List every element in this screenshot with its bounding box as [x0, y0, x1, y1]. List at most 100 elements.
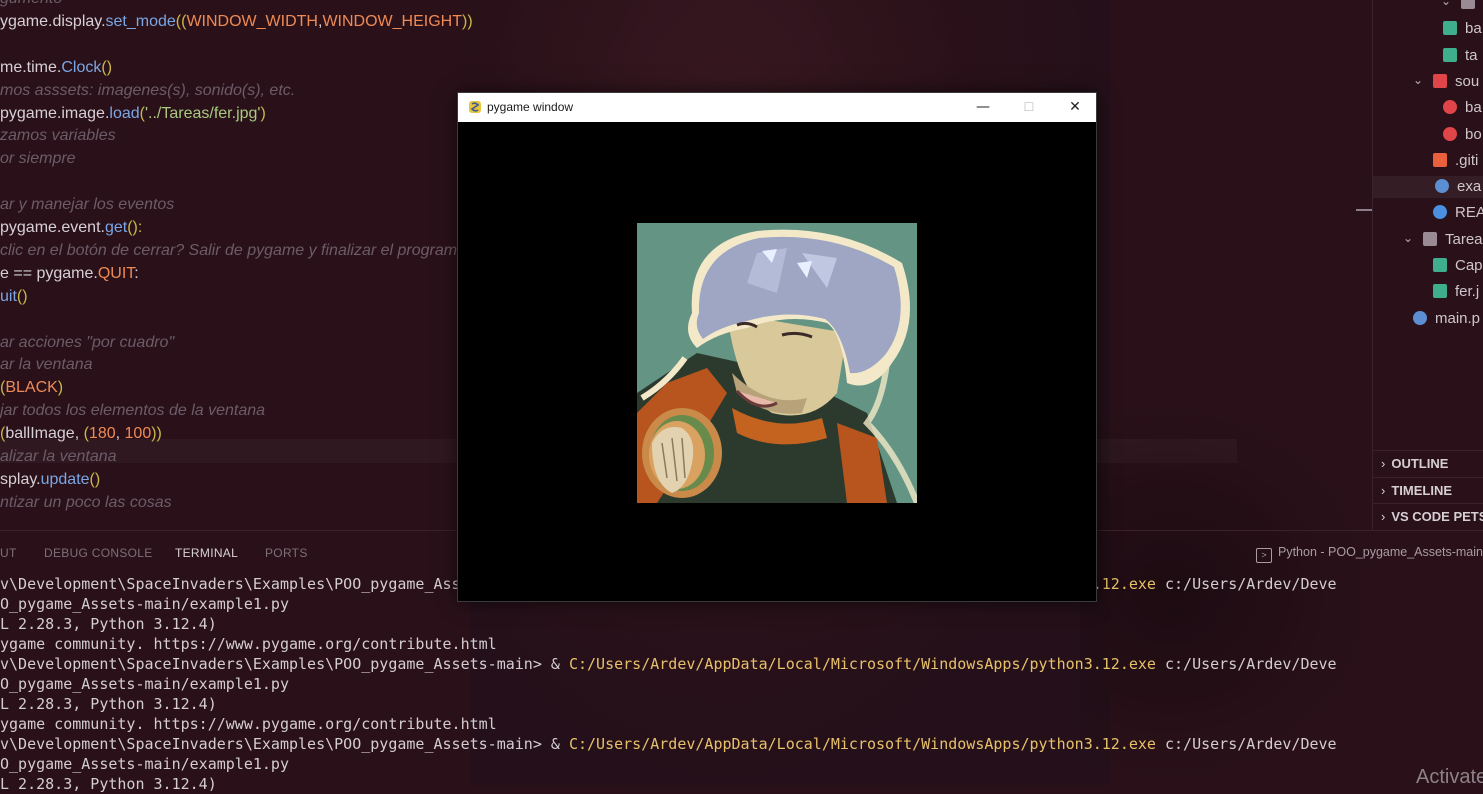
code-token: e == pygame.	[0, 264, 98, 282]
chevron-down-icon[interactable]: ⌄	[1441, 0, 1451, 8]
tree-item-label: exa	[1457, 178, 1482, 196]
code-token: pygame.event.	[0, 219, 105, 236]
tree-item[interactable]: main.p	[1413, 308, 1480, 330]
chevron-down-icon[interactable]: ⌄	[1413, 73, 1423, 87]
code-line: (BLACK)	[0, 377, 63, 399]
code-line: splay.update()	[0, 469, 100, 491]
tree-item[interactable]: sou	[1433, 71, 1479, 93]
terminal-line: v\Development\SpaceInvaders\Examples\POO…	[0, 654, 1337, 674]
terminal-text: O_pygame_Assets-main/example1.py	[0, 675, 289, 693]
pygame-canvas[interactable]	[458, 122, 1096, 601]
section-title: OUTLINE	[1391, 456, 1449, 471]
tree-item[interactable]: Cap	[1433, 255, 1483, 277]
terminal-text: L 2.28.3, Python 3.12.4)	[0, 615, 217, 633]
code-token: ():	[127, 219, 143, 236]
code-line: e == pygame.QUIT:	[0, 263, 139, 285]
code-token: ((	[175, 12, 187, 30]
tree-item[interactable]: REA	[1433, 202, 1483, 224]
code-token: load	[109, 104, 140, 122]
tree-item[interactable]: fer.j	[1433, 281, 1479, 303]
minimize-button[interactable]: —	[960, 93, 1006, 122]
tree-item-label: bo	[1465, 125, 1482, 143]
python-icon	[1413, 310, 1427, 325]
windows-activation-watermark: Activate	[1416, 766, 1483, 788]
terminal-text: O_pygame_Assets-main/example1.py	[0, 755, 289, 773]
terminal-arg: c:/Users/Ardev/Deve	[1155, 575, 1337, 593]
tree-item[interactable]: ba	[1443, 18, 1482, 40]
chevron-right-icon: ›	[1381, 509, 1386, 524]
terminal-text: O_pygame_Assets-main/example1.py	[0, 595, 289, 613]
tree-item-label: ta	[1465, 46, 1478, 64]
tree-item[interactable]: ta	[1443, 45, 1478, 67]
chevron-down-icon[interactable]: ⌄	[1403, 231, 1413, 245]
tree-item[interactable]: bo	[1443, 124, 1482, 146]
code-token: ar la ventana	[0, 356, 93, 374]
panel-tab-debug-console[interactable]: DEBUG CONSOLE	[44, 543, 153, 563]
audio-file-icon	[1443, 100, 1457, 115]
folder-icon	[1461, 0, 1475, 9]
terminal-text: L 2.28.3, Python 3.12.4)	[0, 695, 217, 713]
code-token: :	[134, 264, 139, 282]
code-token: BLACK	[5, 379, 58, 397]
code-token: splay.	[0, 470, 41, 488]
code-token: 100	[124, 425, 152, 443]
tree-item-label: sou	[1455, 72, 1480, 90]
chevron-right-icon: ›	[1381, 456, 1386, 471]
minimap-slider[interactable]	[1356, 209, 1372, 211]
code-line: pygame.event.get():	[0, 217, 142, 239]
code-token: )	[260, 104, 266, 122]
code-line: pygame.image.load('../Tareas/fer.jpg')	[0, 103, 266, 125]
code-token: ar acciones "por cuadro"	[0, 333, 175, 351]
close-button[interactable]: ✕	[1052, 93, 1098, 122]
code-token: WINDOW_HEIGHT	[322, 12, 462, 30]
code-line: mos asssets: imagenes(s), sonido(s), etc…	[0, 80, 295, 102]
sidebar-section-outline[interactable]: › OUTLINE	[1373, 450, 1483, 476]
pygame-titlebar[interactable]: pygame window — ☐ ✕	[458, 93, 1096, 122]
tree-item[interactable]: .giti	[1433, 150, 1478, 172]
folder-open-icon	[1423, 231, 1437, 246]
tree-item-label: main.p	[1435, 309, 1481, 327]
panel-tab-ports[interactable]: PORTS	[265, 543, 308, 563]
image-file-icon	[1443, 47, 1457, 62]
code-token: jar todos los elementos de la ventana	[0, 402, 266, 420]
sidebar-section-vs-code-pets[interactable]: › VS CODE PETS	[1373, 503, 1483, 529]
terminal-line: ygame community. https://www.pygame.org/…	[0, 714, 497, 734]
tree-item-label: ba	[1465, 20, 1482, 38]
panel-tab-terminal[interactable]: TERMINAL	[175, 543, 238, 563]
sidebar-section-timeline[interactable]: › TIMELINE	[1373, 476, 1483, 503]
terminal-text: v\Development\SpaceInvaders\Examples\POO…	[0, 655, 551, 673]
code-token: ,	[115, 425, 125, 443]
tree-item[interactable]: Tarea	[1423, 229, 1483, 251]
image-file-icon	[1433, 258, 1447, 272]
terminal-line: O_pygame_Assets-main/example1.py	[0, 674, 289, 694]
terminal-text: ygame community. https://www.pygame.org/…	[0, 635, 497, 653]
terminal-instance-text: Python - POO_pygame_Assets-main	[1278, 545, 1483, 559]
terminal-instance-label[interactable]: > Python - POO_pygame_Assets-main	[1256, 542, 1483, 563]
code-token: ygame.display.	[0, 12, 106, 30]
tree-item[interactable]: exa	[1373, 176, 1483, 199]
code-token: )	[57, 379, 64, 397]
tree-item[interactable]: ba	[1443, 97, 1482, 119]
code-token: pygame.image.	[0, 104, 110, 122]
code-token: QUIT	[97, 264, 135, 282]
tree-item-label: REA	[1455, 204, 1483, 222]
code-line: ar y manejar los eventos	[0, 194, 174, 216]
code-token: uit	[0, 287, 17, 305]
code-token: me.time.	[0, 58, 62, 76]
section-title: VS CODE PETS	[1391, 509, 1483, 524]
code-token: update	[40, 470, 90, 488]
terminal-line: ygame community. https://www.pygame.org/…	[0, 634, 497, 654]
code-line: alizar la ventana	[0, 446, 117, 468]
tree-item[interactable]: ima	[1461, 0, 1483, 14]
terminal-exe-path: C:/Users/Ardev/AppData/Local/Microsoft/W…	[568, 655, 1156, 673]
code-token: ar y manejar los eventos	[0, 196, 175, 214]
terminal-text: L 2.28.3, Python 3.12.4)	[0, 775, 217, 793]
code-token: ))	[461, 12, 473, 30]
section-title: TIMELINE	[1391, 482, 1453, 498]
pygame-window[interactable]: pygame window — ☐ ✕	[457, 92, 1097, 602]
code-token: mos asssets: imagenes(s), sonido(s), etc…	[0, 81, 296, 99]
tree-item-label: ba	[1465, 99, 1482, 117]
maximize-button[interactable]: ☐	[1006, 93, 1052, 122]
terminal-text: ygame community. https://www.pygame.org/…	[0, 715, 497, 733]
panel-tab-ut[interactable]: UT	[0, 543, 17, 563]
